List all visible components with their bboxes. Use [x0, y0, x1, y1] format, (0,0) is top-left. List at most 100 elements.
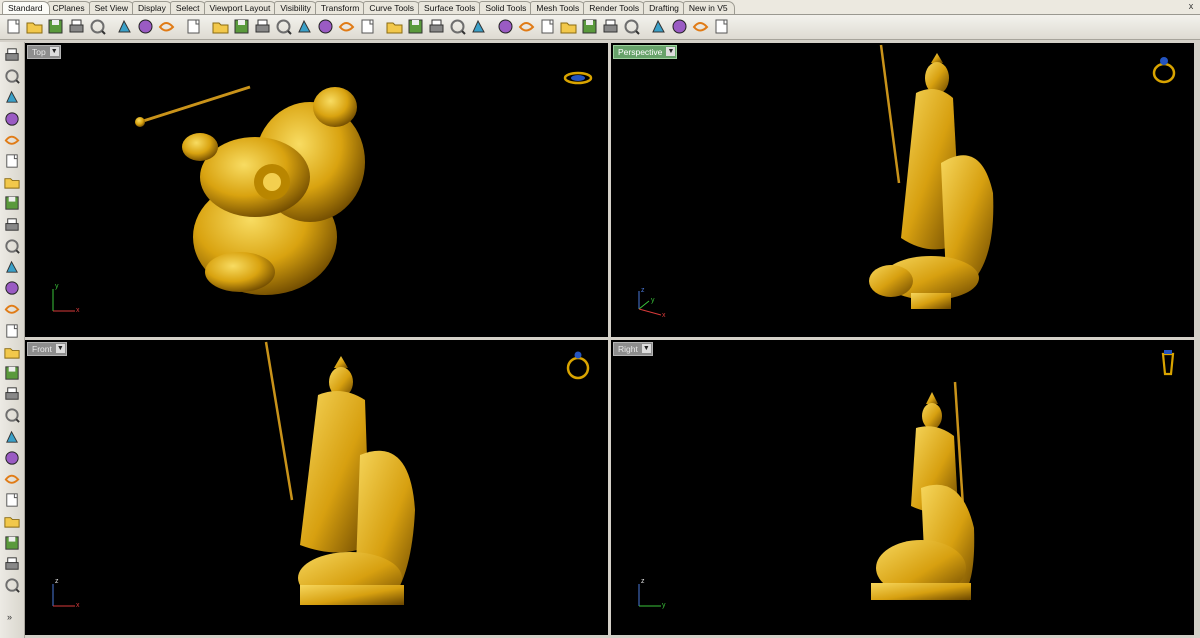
rotate-icon[interactable] — [3, 470, 21, 488]
tab-viewport-layout[interactable]: Viewport Layout — [203, 1, 278, 14]
options-icon[interactable] — [649, 17, 668, 36]
four-viewports-icon-glyph — [361, 19, 374, 34]
tab-curve-tools[interactable]: Curve Tools — [363, 1, 422, 14]
viewport-title-perspective[interactable]: Perspective ▼ — [613, 45, 678, 59]
tab-mesh-tools[interactable]: Mesh Tools — [530, 1, 587, 14]
help-icon[interactable] — [712, 17, 731, 36]
render-icon[interactable] — [601, 17, 620, 36]
text-icon[interactable] — [3, 534, 21, 552]
undo-icon[interactable] — [184, 17, 203, 36]
zoom-selected-icon[interactable] — [316, 17, 335, 36]
statue-model-front-view[interactable] — [260, 340, 420, 608]
polygon-icon[interactable] — [3, 216, 21, 234]
rotate-view-icon[interactable] — [337, 17, 356, 36]
circle-icon[interactable] — [3, 131, 21, 149]
point-icon-glyph — [5, 69, 20, 84]
tab-cplanes[interactable]: CPlanes — [46, 1, 92, 14]
viewport-menu-arrow-icon[interactable]: ▼ — [49, 47, 59, 56]
viewport-title-front[interactable]: Front ▼ — [27, 342, 67, 356]
viewport-front[interactable]: Front ▼ z x — [25, 340, 608, 635]
close-toolbar-icon[interactable]: x — [1186, 1, 1196, 11]
cut-icon[interactable] — [115, 17, 134, 36]
cplane-icon-glyph — [429, 19, 444, 33]
tab-solid-tools[interactable]: Solid Tools — [479, 1, 534, 14]
extrude-icon[interactable] — [3, 279, 21, 297]
tab-drafting[interactable]: Drafting — [643, 1, 686, 14]
cylinder-icon[interactable] — [3, 343, 21, 361]
array-icon-glyph — [6, 493, 18, 507]
box-solid-icon[interactable] — [3, 300, 21, 318]
viewport-right[interactable]: Right ▼ z y — [611, 340, 1194, 635]
ellipse-icon[interactable] — [3, 152, 21, 170]
array-icon[interactable] — [3, 491, 21, 509]
paste-icon-glyph — [158, 22, 175, 32]
tab-set-view[interactable]: Set View — [88, 1, 136, 14]
surface-icon[interactable] — [3, 258, 21, 276]
transform-icon-glyph — [5, 387, 19, 400]
point-icon[interactable] — [3, 67, 21, 85]
mesh-icon[interactable] — [3, 364, 21, 382]
copy-icon[interactable] — [136, 17, 155, 36]
viewport-menu-arrow-icon[interactable]: ▼ — [641, 344, 651, 353]
zoom-window-icon[interactable] — [274, 17, 293, 36]
sidebar-more-icon[interactable]: » — [7, 612, 12, 622]
plugins-icon[interactable] — [691, 17, 710, 36]
tab-transform[interactable]: Transform — [314, 1, 367, 14]
pan-icon[interactable] — [211, 17, 230, 36]
polyline-icon[interactable] — [3, 88, 21, 106]
show-objects-icon[interactable] — [469, 17, 488, 36]
viewport-top[interactable]: Top ▼ y x — [25, 43, 608, 337]
select-arrow-icon[interactable] — [3, 46, 21, 64]
transform-icon[interactable] — [3, 385, 21, 403]
curve-fillet-icon[interactable] — [3, 237, 21, 255]
light-bulb-icon[interactable] — [496, 17, 515, 36]
car-view-icon[interactable] — [385, 17, 404, 36]
new-file-icon-glyph — [7, 19, 20, 34]
tab-render-tools[interactable]: Render Tools — [583, 1, 647, 14]
material-sphere-icon[interactable] — [622, 17, 641, 36]
tab-surface-tools[interactable]: Surface Tools — [418, 1, 483, 14]
move-view-icon[interactable] — [232, 17, 251, 36]
settings-icon[interactable] — [670, 17, 689, 36]
align-icon[interactable] — [3, 449, 21, 467]
group-icon[interactable] — [3, 576, 21, 594]
tab-select[interactable]: Select — [169, 1, 207, 14]
viewport-perspective[interactable]: Perspective ▼ z y x — [611, 43, 1194, 337]
tab-display[interactable]: Display — [132, 1, 173, 14]
new-file-icon[interactable] — [4, 17, 23, 36]
dimension-icon[interactable] — [3, 555, 21, 573]
named-views-icon[interactable] — [406, 17, 425, 36]
statue-model-top-view[interactable] — [130, 67, 370, 307]
statue-model-perspective[interactable] — [861, 43, 1001, 311]
statue-model-right-view[interactable] — [866, 378, 986, 602]
grid-snap-icon[interactable] — [448, 17, 467, 36]
curve-icon[interactable] — [3, 110, 21, 128]
boolean-icon[interactable] — [3, 322, 21, 340]
save-icon[interactable] — [46, 17, 65, 36]
properties-icon[interactable] — [538, 17, 557, 36]
viewport-menu-arrow-icon[interactable]: ▼ — [55, 344, 65, 353]
import-icon[interactable] — [88, 17, 107, 36]
zoom-extents-icon[interactable] — [295, 17, 314, 36]
tab-visibility[interactable]: Visibility — [274, 1, 318, 14]
cplane-icon[interactable] — [427, 17, 446, 36]
viewport-title-right[interactable]: Right ▼ — [613, 342, 653, 356]
arc-icon[interactable] — [3, 173, 21, 191]
four-viewports-icon[interactable] — [358, 17, 377, 36]
rectangle-icon[interactable] — [3, 194, 21, 212]
sweep-icon[interactable] — [3, 428, 21, 446]
color-wheel-icon[interactable] — [559, 17, 578, 36]
axis-label-y: y — [662, 602, 666, 609]
blend-icon[interactable] — [3, 512, 21, 530]
explode-icon[interactable] — [3, 406, 21, 424]
open-file-icon[interactable] — [25, 17, 44, 36]
render-preview-icon[interactable] — [580, 17, 599, 36]
viewport-title-top[interactable]: Top ▼ — [27, 45, 61, 59]
tab-standard[interactable]: Standard — [2, 1, 50, 14]
paste-icon[interactable] — [157, 17, 176, 36]
zoom-icon[interactable] — [253, 17, 272, 36]
print-icon[interactable] — [67, 17, 86, 36]
layer-icon[interactable] — [517, 17, 536, 36]
viewport-menu-arrow-icon[interactable]: ▼ — [666, 47, 676, 56]
tab-new-in-v5[interactable]: New in V5 — [682, 1, 735, 14]
